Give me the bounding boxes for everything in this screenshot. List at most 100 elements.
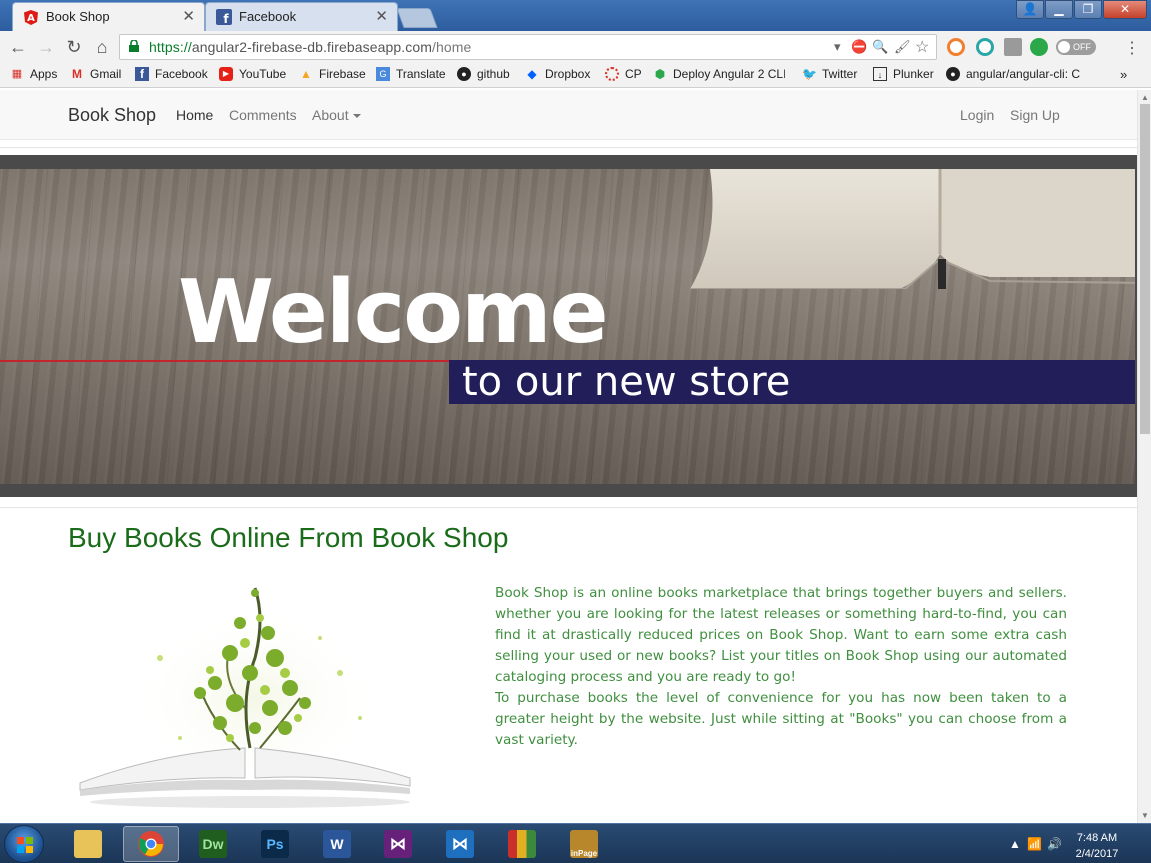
bookmark-apps[interactable]: ▦ Apps [10,67,58,81]
bookmark-label: Gmail [90,67,122,81]
restore-icon[interactable]: ❐ [1074,0,1102,19]
nav-comments[interactable]: Comments [229,107,297,123]
dropdown-icon[interactable]: ▾ [834,39,841,55]
scroll-up-icon[interactable]: ▲ [1141,93,1149,102]
paint-icon[interactable]: 🖌 [894,39,911,55]
bookmark-youtube[interactable]: ▶ YouTube [219,67,286,81]
dropbox-icon: ◆ [527,67,537,81]
taskbar-photoshop[interactable]: Ps [247,826,303,862]
bookmark-star-icon[interactable]: ☆ [915,37,929,57]
bookmark-firebase[interactable]: ▲ Firebase [299,67,366,81]
description-paragraph: Book Shop is an online books marketplace… [495,585,1067,685]
bookmark-label: Firebase [319,67,366,81]
nav-about-dropdown[interactable]: About [312,107,361,123]
firebase-icon: ▲ [300,67,312,81]
toggle-switch[interactable]: OFF [1056,39,1096,55]
scroll-down-icon[interactable]: ▼ [1141,811,1149,820]
close-tab-icon[interactable]: ✕ [182,7,195,25]
bookmark-label: Apps [30,67,58,81]
divider [0,507,1137,508]
power-icon[interactable] [1030,38,1048,56]
hero-banner: Welcome to our new store [0,169,1135,484]
login-link[interactable]: Login [960,107,994,123]
book-plant-illustration [79,587,411,808]
taskbar-winrar[interactable] [494,826,550,862]
bookmark-label: github [477,67,510,81]
extension-icon[interactable] [947,38,965,56]
inpage-icon: inPage [570,830,598,858]
folder-icon [74,830,102,858]
close-tab-icon[interactable]: ✕ [375,7,388,25]
taskbar-word[interactable]: W [309,826,365,862]
nav-home[interactable]: Home [176,107,213,123]
translate-icon: G [376,67,390,81]
bookmark-twitter[interactable]: 🐦 Twitter [802,67,857,81]
dreamweaver-icon: Dw [199,830,227,858]
bookmark-label: Facebook [155,67,208,81]
headphones-icon[interactable] [976,38,994,56]
facebook-icon: f [135,67,149,81]
scrollbar-thumb[interactable] [1140,104,1150,434]
taskbar-inpage[interactable]: inPage [556,826,612,862]
new-tab-button[interactable] [396,8,438,28]
tab-facebook[interactable]: f Facebook ✕ [205,2,398,31]
taskbar-explorer[interactable] [60,826,116,862]
blocked-popup-icon[interactable]: ⛔ [851,39,867,55]
vertical-scrollbar[interactable]: ▲ ▼ [1137,90,1151,823]
reload-icon[interactable]: ↻ [63,36,85,58]
bookmark-label: angular/angular-cli: C [966,67,1080,81]
bookmark-translate[interactable]: G Translate [376,67,446,81]
gmail-icon: M [72,67,82,81]
minimize-icon[interactable]: ▁ [1045,0,1073,19]
bookmark-label: CP [625,67,642,81]
taskbar-dreamweaver[interactable]: Dw [185,826,241,862]
taskbar-chrome[interactable] [123,826,179,862]
tab-title: Book Shop [46,9,110,24]
plunker-icon: ↓ [873,67,887,81]
facebook-icon: f [216,9,232,25]
tab-book-shop[interactable]: A Book Shop ✕ [12,2,205,31]
forward-icon[interactable]: → [35,36,57,58]
network-icon[interactable]: 📶 [1027,837,1042,851]
vscode-icon: ⋈ [446,830,474,858]
back-icon[interactable]: ← [7,36,29,58]
visual-studio-icon: ⋈ [384,830,412,858]
bookmarks-overflow[interactable]: » [1120,67,1127,82]
bookmark-angular-cli[interactable]: ● angular/angular-cli: C [946,67,1080,81]
url-text: https://angular2-firebase-db.firebaseapp… [149,39,471,55]
start-button[interactable] [4,825,44,863]
bookmark-label: Deploy Angular 2 CLI [673,67,785,81]
site-brand[interactable]: Book Shop [68,105,156,126]
bookmark-dropbox[interactable]: ◆ Dropbox [525,67,590,81]
browser-tab-strip: A Book Shop ✕ f Facebook ✕ 👤 ▁ ❐ ✕ [0,0,1151,31]
bookmark-deploy-angular[interactable]: ⬢ Deploy Angular 2 CLI [653,67,785,81]
close-window-icon[interactable]: ✕ [1103,0,1147,19]
signup-link[interactable]: Sign Up [1010,107,1060,123]
menu-icon[interactable]: ⋮ [1124,38,1140,58]
taskbar-vscode[interactable]: ⋈ [432,826,488,862]
bookmark-facebook[interactable]: f Facebook [135,67,208,81]
toggle-knob [1058,41,1070,53]
bookmark-plunker[interactable]: ↓ Plunker [873,67,934,81]
download-icon[interactable] [1004,38,1022,56]
hero-welcome-text: Welcome [178,261,609,363]
open-book-image [690,169,1135,289]
page-viewport: Book Shop Home Comments About Login Sign… [0,90,1137,823]
volume-icon[interactable]: 🔊 [1047,837,1062,851]
url-host: angular2-firebase-db.firebaseapp.com [191,39,433,55]
user-icon[interactable]: 👤 [1016,0,1044,19]
bookmark-github[interactable]: ● github [457,67,510,81]
svg-text:f: f [223,12,229,25]
home-icon[interactable]: ⌂ [91,36,113,58]
show-hidden-icons[interactable]: ▲ [1009,837,1021,851]
taskbar-visual-studio[interactable]: ⋈ [370,826,426,862]
address-bar[interactable]: https://angular2-firebase-db.firebaseapp… [119,34,937,60]
bookmark-label: Plunker [893,67,934,81]
zoom-icon[interactable]: 🔍 [872,39,888,55]
tab-title: Facebook [239,9,297,24]
screen: A Book Shop ✕ f Facebook ✕ 👤 ▁ ❐ ✕ ← → ↻… [0,0,1151,863]
bookmark-gmail[interactable]: M Gmail [70,67,121,81]
description: Book Shop is an online books marketplace… [495,583,1067,751]
bookmark-cp[interactable]: CP [605,67,642,81]
clock[interactable]: 7:48 AM 2/4/2017 [1067,830,1127,862]
